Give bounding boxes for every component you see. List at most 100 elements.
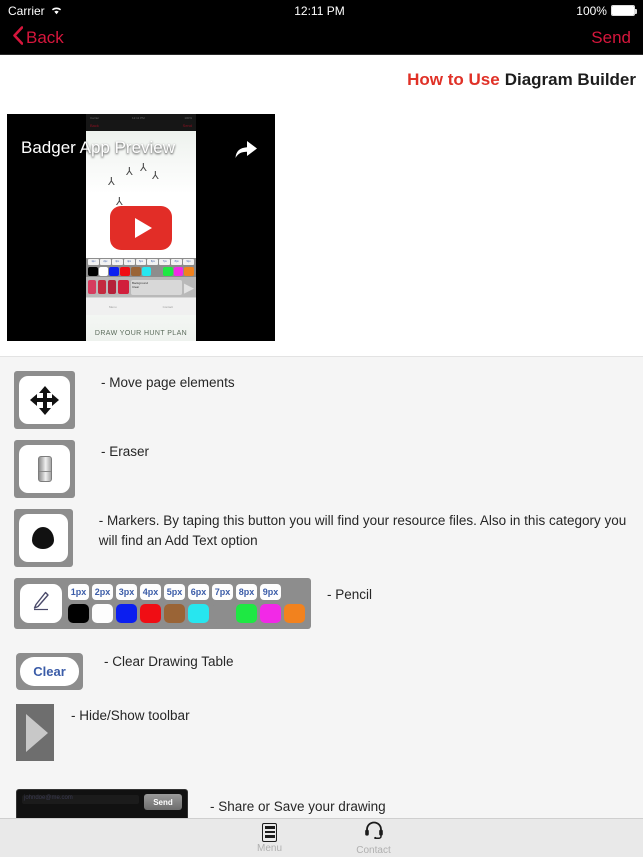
stroke-size-8px[interactable]: 8px: [236, 584, 257, 600]
thumb-size: 3px: [111, 259, 123, 265]
tab-menu[interactable]: Menu: [237, 822, 303, 854]
status-bar-left: Carrier: [8, 4, 63, 18]
instruction-text: - Clear Drawing Table: [104, 654, 234, 669]
video-title: Badger App Preview: [21, 138, 176, 157]
clock-label: 12:11 PM: [294, 3, 345, 18]
youtube-play-icon[interactable]: [110, 205, 172, 250]
eraser-button[interactable]: [14, 440, 75, 498]
tree-sketch-icon: ⅄: [152, 170, 159, 182]
chevron-left-icon: [12, 26, 24, 49]
status-bar-right: 100%: [576, 3, 637, 18]
palette-columns: 1px 2px 3px 4px 5px 6px 7px 8px 9px: [68, 584, 305, 623]
stroke-size-row: 1px 2px 3px 4px 5px 6px 7px 8px 9px: [68, 584, 305, 600]
back-button-label: Back: [26, 27, 64, 47]
stroke-size-2px[interactable]: 2px: [92, 584, 113, 600]
color-swatch-brown[interactable]: [164, 604, 185, 623]
navigation-bar: Back Send: [0, 21, 643, 55]
move-icon: [19, 376, 70, 424]
menu-list-icon: [262, 822, 277, 842]
stroke-size-6px[interactable]: 6px: [188, 584, 209, 600]
thumb-size-row: 1px 2px 3px 4px 5px 6px 7px 8px 9px: [86, 258, 196, 266]
thumb-size: 6px: [147, 259, 159, 265]
thumb-size: 5px: [135, 259, 147, 265]
thumb-time: 12:11 PM: [132, 116, 145, 120]
toolbar-toggle-icon[interactable]: [16, 704, 54, 761]
stroke-size-9px[interactable]: 9px: [260, 584, 281, 600]
instructions-panel: - Move page elements - Eraser - Markers.…: [0, 356, 643, 822]
instruction-row-eraser: - Eraser: [14, 440, 149, 498]
tree-sketch-icon: ⅄: [108, 176, 115, 188]
pencil-palette-toolbar[interactable]: 1px 2px 3px 4px 5px 6px 7px 8px 9px: [14, 578, 311, 629]
send-button[interactable]: Send: [591, 28, 631, 48]
instruction-text: - Move page elements: [101, 375, 235, 390]
color-swatch-row: [68, 604, 305, 623]
video-caption: DRAW YOUR HUNT PLAN: [94, 330, 188, 337]
stroke-size-5px[interactable]: 5px: [164, 584, 185, 600]
thumb-toolbar: 1px 2px 3px 4px 5px 6px 7px 8px 9px Back…: [86, 258, 196, 297]
color-swatch-green[interactable]: [236, 604, 257, 623]
thumb-tab-contact: Contact: [162, 304, 173, 309]
instruction-row-toolbar-toggle: - Hide/Show toolbar: [16, 704, 190, 761]
thumb-status-bar: Carrier 12:11 PM 100% Back Send: [86, 114, 196, 131]
battery-full-icon: [610, 5, 637, 16]
headset-icon: [364, 820, 384, 844]
instruction-row-move: - Move page elements: [14, 371, 235, 429]
share-arrow-icon[interactable]: [234, 140, 258, 165]
send-bar-button[interactable]: Send: [144, 794, 182, 810]
move-button[interactable]: [14, 371, 75, 429]
instruction-text: - Pencil: [327, 587, 373, 602]
thumb-clear-block: Background Clear: [131, 279, 182, 295]
back-button[interactable]: Back: [12, 26, 64, 49]
color-swatch-white[interactable]: [92, 604, 113, 623]
marker-icon: [19, 514, 68, 562]
wifi-icon: [50, 4, 63, 18]
instruction-text: - Markers. By taping this button you wil…: [98, 513, 627, 548]
tab-menu-label: Menu: [256, 842, 282, 854]
thumb-battery: 100%: [184, 116, 192, 120]
video-player[interactable]: Carrier 12:11 PM 100% Back Send ⅄ ⅄ ⅄ ⅄ …: [7, 114, 275, 341]
instruction-text: - Hide/Show toolbar: [71, 708, 190, 723]
color-swatch-cyan[interactable]: [188, 604, 209, 623]
thumb-size: 7px: [159, 259, 171, 265]
stroke-size-7px[interactable]: 7px: [212, 584, 233, 600]
pencil-button[interactable]: [20, 584, 62, 623]
thumb-send: Send: [182, 123, 192, 128]
pencil-icon: [31, 590, 51, 618]
instruction-text: - Eraser: [101, 444, 150, 459]
thumb-toolbar-arrow-icon: ▶: [184, 279, 194, 295]
battery-percent-label: 100%: [576, 3, 607, 18]
color-swatch-empty[interactable]: [212, 604, 233, 623]
thumb-size: 2px: [99, 259, 111, 265]
tab-contact[interactable]: Contact: [341, 820, 407, 856]
color-swatch-red[interactable]: [140, 604, 161, 623]
app-root: Carrier 12:11 PM 100% Back Send How to U…: [0, 0, 643, 857]
instruction-row-clear: Clear - Clear Drawing Table: [16, 653, 234, 690]
instruction-text: - Share or Save your drawing: [210, 799, 386, 814]
tab-contact-label: Contact: [356, 845, 391, 856]
page-title-highlight: How to Use: [407, 69, 500, 89]
thumb-size: 1px: [88, 259, 99, 265]
instruction-row-markers: - Markers. By taping this button you wil…: [14, 509, 634, 567]
thumb-carrier: Carrier: [90, 116, 100, 120]
stroke-size-3px[interactable]: 3px: [116, 584, 137, 600]
thumb-back: Back: [90, 123, 99, 128]
clear-button[interactable]: Clear: [16, 653, 83, 690]
email-field[interactable]: johndoe@me.com: [22, 795, 139, 804]
page-title: How to Use Diagram Builder: [0, 56, 643, 103]
thumb-size: 4px: [123, 259, 135, 265]
color-swatch-blue[interactable]: [116, 604, 137, 623]
color-swatch-magenta[interactable]: [260, 604, 281, 623]
clear-button-label: Clear: [20, 657, 79, 686]
tree-sketch-icon: ⅄: [140, 162, 147, 174]
color-swatch-orange[interactable]: [284, 604, 305, 623]
carrier-label: Carrier: [8, 3, 45, 18]
eraser-icon: [19, 445, 70, 493]
thumb-size: 9px: [183, 259, 195, 265]
stroke-size-1px[interactable]: 1px: [68, 584, 89, 600]
thumb-tab-bar: Menu Contact: [86, 297, 196, 315]
instruction-row-pencil: 1px 2px 3px 4px 5px 6px 7px 8px 9px - Pe…: [14, 578, 372, 629]
color-swatch-black[interactable]: [68, 604, 89, 623]
stroke-size-4px[interactable]: 4px: [140, 584, 161, 600]
tree-sketch-icon: ⅄: [126, 166, 133, 178]
marker-button[interactable]: [14, 509, 73, 567]
